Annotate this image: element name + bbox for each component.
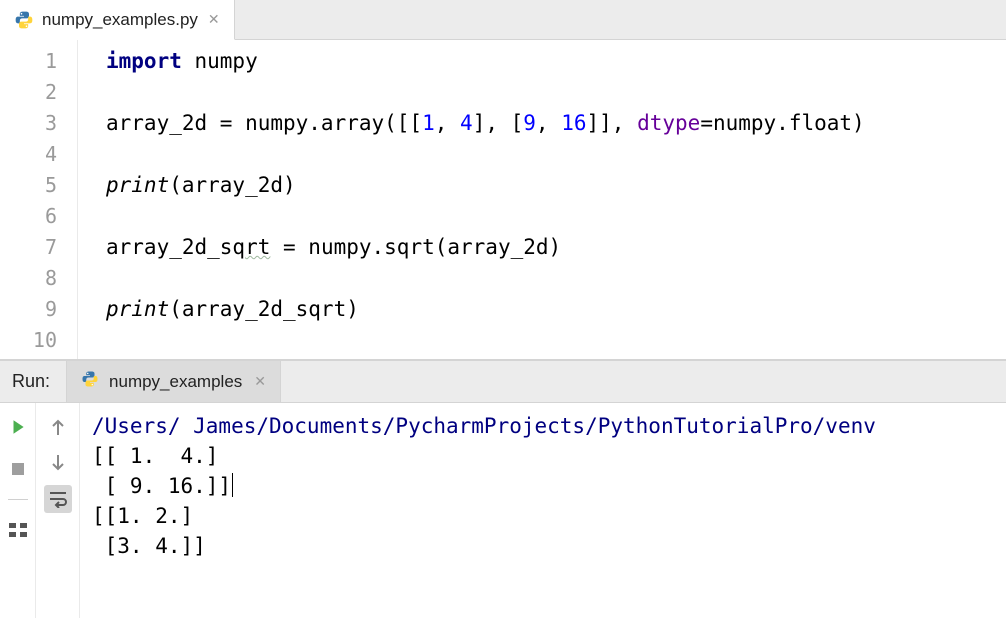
- up-button[interactable]: [44, 413, 72, 441]
- stop-button[interactable]: [4, 455, 32, 483]
- close-icon[interactable]: ✕: [208, 11, 220, 28]
- soft-wrap-button[interactable]: [44, 485, 72, 513]
- console-output[interactable]: /Users/ James/Documents/PycharmProjects/…: [80, 403, 1006, 618]
- run-config-name: numpy_examples: [109, 372, 242, 392]
- line-gutter: 1 2 3 4 5 6 7 8 9 10: [0, 40, 78, 359]
- code-area[interactable]: import numpy array_2d = numpy.array([[1,…: [78, 40, 865, 359]
- run-header: Run: numpy_examples ✕: [0, 361, 1006, 403]
- layout-button[interactable]: [4, 516, 32, 544]
- run-label: Run:: [0, 371, 66, 392]
- python-file-icon: [14, 10, 34, 30]
- run-toolbar-nav: [36, 403, 80, 618]
- tab-filename: numpy_examples.py: [42, 10, 198, 30]
- run-config-tab[interactable]: numpy_examples ✕: [66, 361, 281, 402]
- editor-tab-bar: numpy_examples.py ✕: [0, 0, 1006, 40]
- down-button[interactable]: [44, 449, 72, 477]
- run-body: /Users/ James/Documents/PycharmProjects/…: [0, 403, 1006, 618]
- rerun-button[interactable]: [4, 413, 32, 441]
- code-editor[interactable]: 1 2 3 4 5 6 7 8 9 10 import numpy array_…: [0, 40, 1006, 360]
- run-toolbar-left: [0, 403, 36, 618]
- close-icon[interactable]: ✕: [254, 373, 266, 390]
- python-icon: [81, 370, 99, 393]
- editor-tab[interactable]: numpy_examples.py ✕: [0, 0, 235, 40]
- text-cursor: [232, 473, 233, 497]
- run-tool-window: Run: numpy_examples ✕: [0, 360, 1006, 618]
- interpreter-path: /Users/ James/Documents/PycharmProjects/…: [92, 414, 876, 438]
- separator: [8, 499, 28, 500]
